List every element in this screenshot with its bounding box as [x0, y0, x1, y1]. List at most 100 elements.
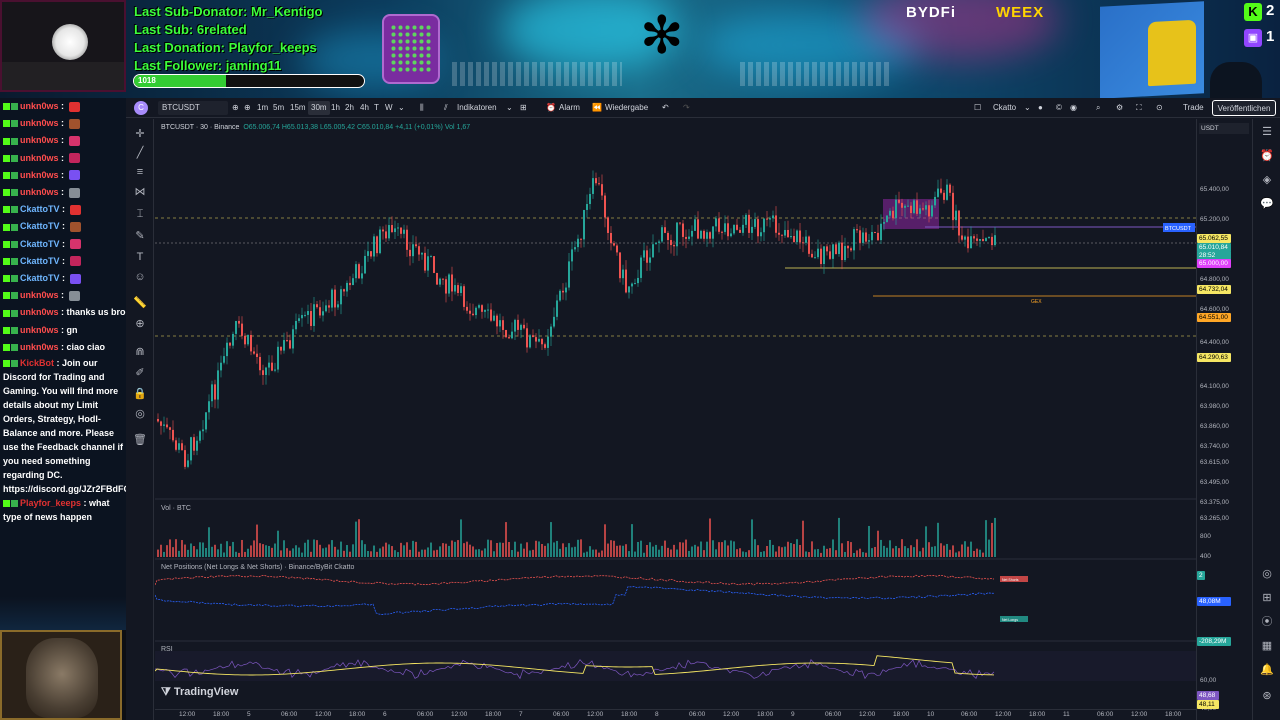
price-chart[interactable]: GEX BTCUSDT Net Shorts Net Longs [155, 119, 1196, 720]
chat-separator: : [58, 118, 67, 129]
indicators-button[interactable]: Indikatoren [457, 98, 497, 118]
alerts-icon[interactable]: ⏰ [1260, 149, 1274, 163]
redo-icon[interactable]: ↷ [683, 98, 690, 118]
chat-username[interactable]: unkn0ws [20, 307, 59, 317]
chat-separator: : [58, 169, 67, 180]
layers-icon[interactable]: ◈ [1260, 173, 1274, 187]
interval-2h[interactable]: 2h [345, 98, 354, 118]
chat-username[interactable]: unkn0ws [20, 153, 59, 163]
interval-week[interactable]: W [385, 98, 393, 118]
candle [850, 248, 852, 251]
calendar-icon[interactable]: ▦ [1260, 639, 1274, 653]
volume-bar [274, 543, 276, 557]
brush-icon[interactable]: ✎ [133, 229, 147, 243]
jar-graphic [382, 14, 440, 84]
chat-username[interactable]: CkattoTV [20, 239, 60, 249]
fullscreen-icon[interactable]: ⛶ [1136, 98, 1142, 118]
volume-bar [991, 522, 993, 557]
pattern-icon[interactable]: ⋈ [133, 185, 147, 199]
cursor-icon[interactable]: ✛ [133, 127, 147, 141]
search-icon[interactable]: ⌕ [1096, 98, 1100, 118]
lock-icon[interactable]: 🔒 [133, 387, 147, 401]
ruler-icon[interactable]: 📏 [133, 296, 147, 310]
emoji-icon[interactable]: ☺ [133, 270, 147, 284]
trend-line-icon[interactable]: ╱ [133, 146, 147, 160]
trash-icon[interactable]: 🗑 [133, 433, 147, 447]
apps-icon[interactable]: ⊛ [1260, 689, 1274, 703]
alarm-button[interactable]: Alarm [559, 98, 580, 118]
currency-selector[interactable]: USDT [1199, 123, 1249, 134]
publish-button[interactable]: Veröffentlichen [1212, 100, 1276, 116]
candle [655, 242, 657, 245]
interval-30m[interactable]: 30m [308, 101, 330, 115]
interval-15m[interactable]: 15m [290, 98, 306, 118]
replay-icon[interactable]: ⏪ [592, 98, 602, 118]
signal-icon[interactable]: ⦿ [1260, 615, 1274, 629]
chat-username[interactable]: unkn0ws [20, 101, 59, 111]
visibility-icon[interactable]: ◎ [133, 407, 147, 421]
chat-username[interactable]: CkattoTV [20, 273, 60, 283]
chart-type-icon[interactable]: ⫼ [420, 98, 424, 118]
interval-1h[interactable]: 1h [331, 98, 340, 118]
candle [448, 274, 450, 294]
projection-icon[interactable]: ⌶ [133, 207, 147, 221]
interval-day[interactable]: T [374, 98, 379, 118]
chat-username[interactable]: Playfor_keeps [20, 498, 81, 508]
chart-canvas[interactable]: GEX BTCUSDT Net Shorts Net Longs BTCUSDT · … [155, 119, 1196, 720]
symbol-search[interactable]: BTCUSDT [158, 101, 228, 115]
chat-username[interactable]: unkn0ws [20, 135, 59, 145]
text-icon[interactable]: T [133, 250, 147, 264]
target-icon[interactable]: ◎ [1260, 567, 1274, 581]
magnet-icon[interactable]: ⋒ [133, 345, 147, 359]
chat-username[interactable]: CkattoTV [20, 221, 60, 231]
interval-5m[interactable]: 5m [273, 98, 284, 118]
layout-name-button[interactable]: Ckatto [993, 98, 1016, 118]
chat-icon[interactable]: 💬 [1260, 197, 1274, 211]
undo-icon[interactable]: ↶ [662, 98, 669, 118]
chat-username[interactable]: unkn0ws [20, 290, 59, 300]
compare-icon[interactable]: ⊕ [232, 98, 239, 118]
stay-drawing-icon[interactable]: ✐ [133, 366, 147, 380]
price-axis[interactable]: USDT 65.400,00 65.200,00 64.800,00 64.600,0… [1196, 119, 1252, 720]
toggle-record-icon[interactable]: ◉ [1070, 98, 1077, 118]
tradingview-logo: ⧩ TradingView [161, 686, 238, 699]
watchlist-icon[interactable]: ☰ [1260, 125, 1274, 139]
indicators-icon[interactable]: ⫽ [444, 98, 448, 118]
zoom-icon[interactable]: ⊕ [133, 317, 147, 331]
interval-dropdown-icon[interactable]: ⌄ [398, 98, 405, 118]
chat-username[interactable]: unkn0ws [20, 342, 59, 352]
alarm-icon[interactable]: ⏰ [546, 98, 556, 118]
chat-username[interactable]: CkattoTV [20, 204, 60, 214]
layout-grid-icon[interactable]: ⊞ [520, 98, 527, 118]
indicator-templates-icon[interactable]: ⌄ [506, 98, 513, 118]
chat-username[interactable]: unkn0ws [20, 170, 59, 180]
chat-username[interactable]: CkattoTV [20, 256, 60, 266]
replay-button[interactable]: Wiedergabe [605, 98, 648, 118]
chat-username[interactable]: KickBot [20, 358, 54, 368]
volume-bar [250, 545, 252, 557]
settings-icon[interactable]: ⚙ [1116, 98, 1123, 118]
chat-username[interactable]: unkn0ws [20, 187, 59, 197]
fib-icon[interactable]: ≡ [133, 165, 147, 179]
volume-bar [883, 545, 885, 557]
candle [283, 340, 285, 351]
add-symbol-icon[interactable]: ⊕ [244, 98, 251, 118]
chart-legend: BTCUSDT · 30 · Binance O65.006,74 H65.01… [161, 124, 470, 131]
toggle-light-icon[interactable]: ● [1038, 98, 1043, 118]
trade-button[interactable]: Trade [1180, 101, 1207, 115]
candle [334, 289, 336, 308]
account-avatar-icon[interactable]: C [134, 101, 148, 115]
chat-username[interactable]: unkn0ws [20, 325, 59, 335]
layout-icon[interactable]: ☐ [974, 98, 981, 118]
interval-4h[interactable]: 4h [360, 98, 369, 118]
interval-1m[interactable]: 1m [257, 98, 268, 118]
grid-icon[interactable]: ⊞ [1260, 591, 1274, 605]
toggle-c-icon[interactable]: © [1056, 98, 1062, 118]
snapshot-icon[interactable]: ⊙ [1156, 98, 1163, 118]
notifications-icon[interactable]: 🔔 [1260, 663, 1274, 677]
chat-username[interactable]: unkn0ws [20, 118, 59, 128]
candle [874, 231, 876, 233]
layout-dropdown-icon[interactable]: ⌄ [1024, 98, 1031, 118]
time-axis[interactable]: 12:00 18:00 5 06:00 12:00 18:00 6 06:00 12:00 18:… [155, 709, 1196, 720]
volume-bar [733, 541, 735, 557]
